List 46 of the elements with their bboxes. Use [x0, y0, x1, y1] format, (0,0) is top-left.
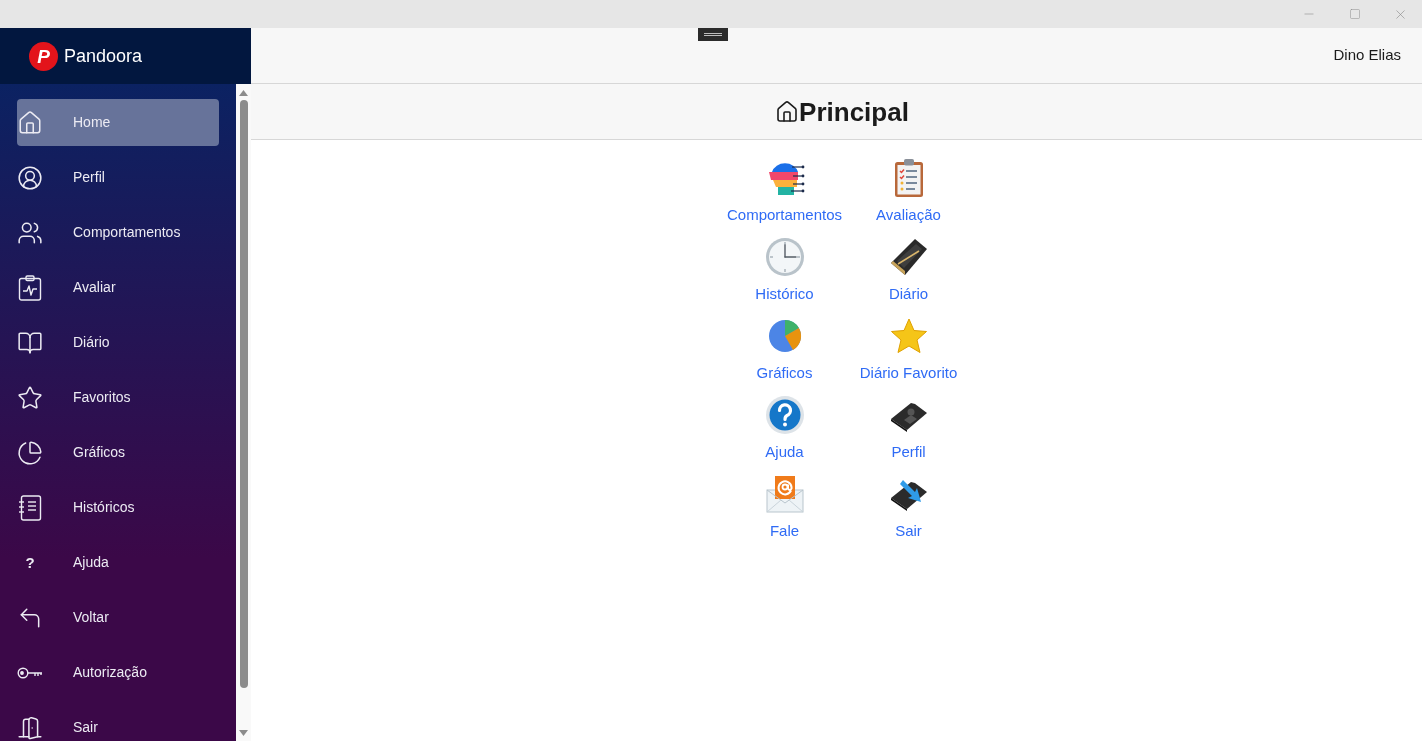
scrollbar-thumb[interactable] — [239, 100, 248, 688]
key-icon — [17, 666, 43, 679]
menu-tile[interactable]: Diário — [846, 237, 971, 316]
home-icon — [775, 99, 800, 124]
brand-logo: P — [29, 41, 58, 71]
clock-icon — [764, 237, 805, 277]
menu-tile[interactable]: Avaliação — [846, 158, 971, 237]
menu-tile[interactable]: Histórico — [722, 237, 847, 316]
sidebar-item[interactable]: Comportamentos — [17, 209, 219, 256]
sidebar-item[interactable]: Avaliar — [17, 264, 219, 311]
help-icon — [764, 395, 805, 435]
pie-chart-icon — [17, 439, 43, 466]
star-icon — [17, 384, 43, 411]
user-circle-icon — [17, 164, 43, 191]
menu-tile[interactable]: Perfil — [846, 395, 971, 474]
user-name: Dino Elias — [1333, 45, 1401, 66]
scroll-up-icon[interactable] — [239, 90, 248, 96]
menu-tile[interactable]: Fale — [722, 474, 847, 553]
sidebar-item[interactable]: Históricos — [17, 484, 219, 531]
sidebar-item[interactable]: Autorização — [17, 649, 219, 696]
maximize-icon — [1349, 8, 1361, 20]
sidebar-item[interactable]: ? Ajuda — [17, 539, 219, 586]
door-icon — [17, 714, 43, 741]
scroll-down-icon[interactable] — [239, 730, 248, 736]
sidebar-item[interactable]: Perfil — [17, 154, 219, 201]
sidebar-item[interactable]: Diário — [17, 319, 219, 366]
sidebar-item[interactable]: Voltar — [17, 594, 219, 641]
menu-tile[interactable]: Gráficos — [722, 316, 847, 395]
sidebar-item[interactable]: Home — [17, 99, 219, 146]
sidebar-item[interactable]: Favoritos — [17, 374, 219, 421]
sidebar-item[interactable]: Gráficos — [17, 429, 219, 476]
star-icon — [888, 316, 929, 356]
page-title: Principal — [799, 96, 909, 127]
question-mark-icon: ? — [25, 554, 35, 571]
menu-tile[interactable]: Diário Favorito — [846, 316, 971, 395]
toolbar-handle-icon[interactable] — [698, 28, 728, 41]
book-icon — [17, 329, 43, 356]
brand-name: Pandoora — [64, 45, 143, 67]
menu-tile[interactable]: Comportamentos — [722, 158, 847, 237]
envelope-icon — [764, 474, 805, 514]
clipboard-pulse-icon — [18, 274, 42, 301]
menu-tile[interactable]: Ajuda — [722, 395, 847, 474]
list-notebook-icon — [18, 494, 42, 521]
home-icon — [17, 109, 43, 136]
sidebar-item[interactable]: Sair — [17, 704, 219, 741]
menu-tile[interactable]: Sair — [846, 474, 971, 553]
